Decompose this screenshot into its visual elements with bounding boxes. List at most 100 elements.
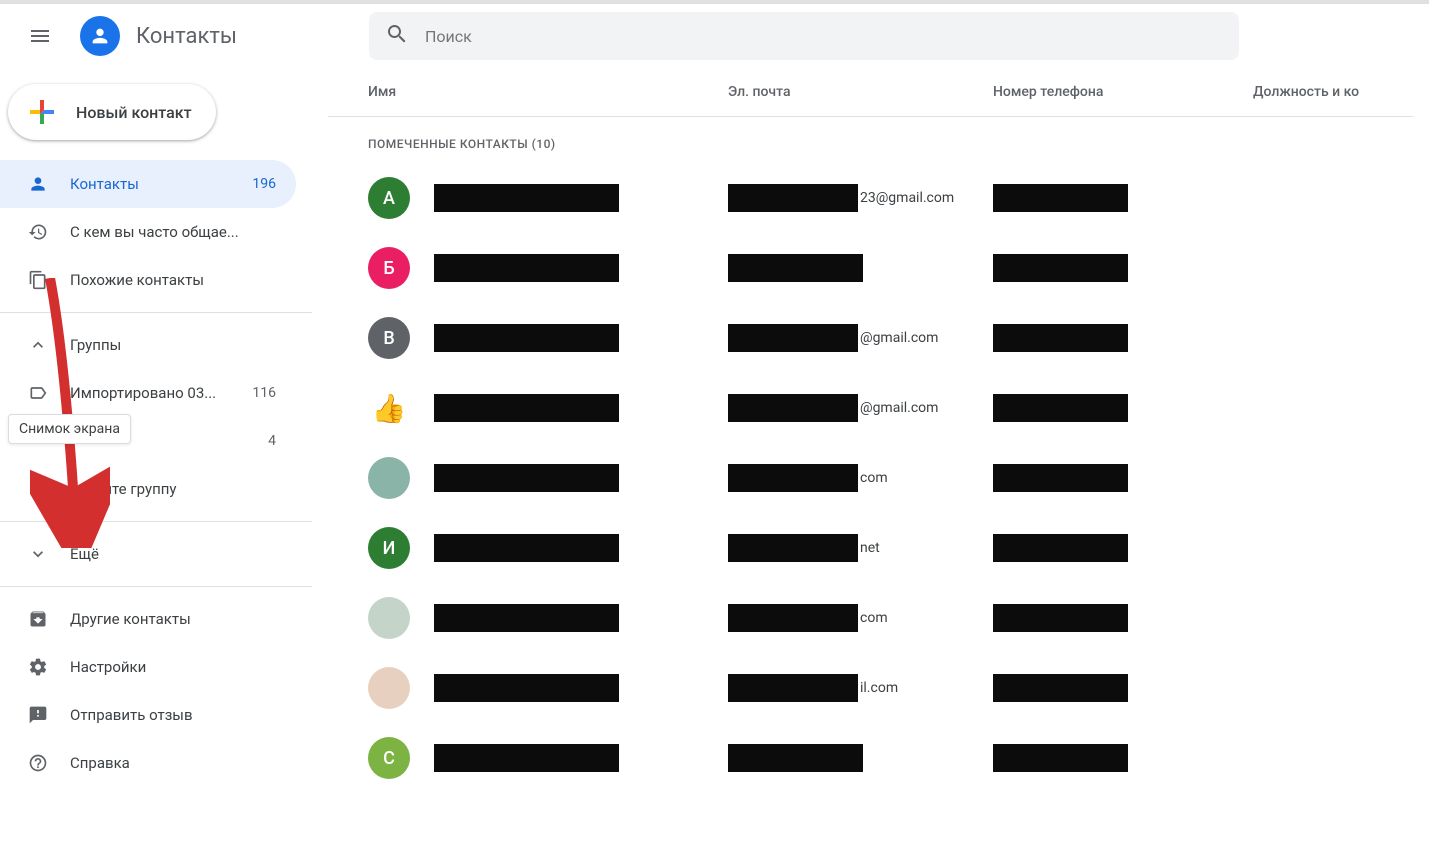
main-menu-icon[interactable] xyxy=(16,12,64,60)
sidebar: Новый контакт Контакты 196 С кем вы част… xyxy=(0,68,312,857)
contact-phone-cell xyxy=(993,604,1253,632)
sidebar-item-help[interactable]: Справка xyxy=(0,739,296,787)
contact-phone-cell xyxy=(993,184,1253,212)
chevron-up-icon xyxy=(28,335,48,355)
sidebar-item-create-group[interactable]: оздайте группу xyxy=(0,465,296,513)
search-icon xyxy=(385,22,409,50)
sidebar-item-similar[interactable]: Похожие контакты xyxy=(0,256,296,304)
header: Контакты xyxy=(0,4,1429,68)
contact-row[interactable]: com xyxy=(328,583,1429,653)
avatar-photo xyxy=(368,597,410,639)
app-title: Контакты xyxy=(136,24,237,49)
avatar-letter: С xyxy=(368,737,410,779)
sidebar-item-other[interactable]: Другие контакты xyxy=(0,595,296,643)
app-logo xyxy=(80,16,120,56)
contact-email-cell: @gmail.com xyxy=(728,324,993,352)
redacted-phone xyxy=(993,674,1128,702)
contact-email-cell: net xyxy=(728,534,993,562)
nav-count: 116 xyxy=(252,385,276,401)
sidebar-item-feedback[interactable]: Отправить отзыв xyxy=(0,691,296,739)
avatar-letter: И xyxy=(368,527,410,569)
contact-phone-cell xyxy=(993,324,1253,352)
redacted-email xyxy=(728,184,858,212)
contact-email-cell: 23@gmail.com xyxy=(728,184,993,212)
sidebar-item-frequent[interactable]: С кем вы часто общае... xyxy=(0,208,296,256)
divider xyxy=(0,586,312,587)
copy-icon xyxy=(28,270,48,290)
divider xyxy=(0,312,312,313)
content-area: Имя Эл. почта Номер телефона Должность и… xyxy=(312,68,1429,857)
col-position: Должность и ко xyxy=(1253,84,1413,100)
contact-row[interactable]: С xyxy=(328,723,1429,793)
redacted-name xyxy=(434,744,619,772)
new-contact-button[interactable]: Новый контакт xyxy=(8,84,216,140)
search-container[interactable] xyxy=(369,12,1239,60)
contact-row[interactable]: В @gmail.com xyxy=(328,303,1429,373)
avatar-letter: В xyxy=(368,317,410,359)
nav-label: Настройки xyxy=(70,658,276,676)
redacted-name xyxy=(434,604,619,632)
contact-row[interactable]: il.com xyxy=(328,653,1429,723)
redacted-email xyxy=(728,254,863,282)
contact-row[interactable]: А 23@gmail.com xyxy=(328,163,1429,233)
redacted-email xyxy=(728,744,863,772)
redacted-email xyxy=(728,674,858,702)
contact-row[interactable]: И net xyxy=(328,513,1429,583)
sidebar-item-settings[interactable]: Настройки xyxy=(0,643,296,691)
contact-name-cell xyxy=(434,534,728,562)
contact-phone-cell xyxy=(993,394,1253,422)
groups-header[interactable]: Группы xyxy=(0,321,312,369)
redacted-name xyxy=(434,534,619,562)
redacted-email xyxy=(728,534,858,562)
gear-icon xyxy=(28,657,48,677)
contact-email-cell xyxy=(728,744,993,772)
nav-count: 196 xyxy=(252,176,276,192)
redacted-name xyxy=(434,324,619,352)
email-suffix: il.com xyxy=(860,680,898,696)
nav-label: Справка xyxy=(70,754,276,772)
contact-name-cell xyxy=(434,674,728,702)
plus-small-icon xyxy=(28,479,48,499)
more-label: Ещё xyxy=(70,545,292,563)
contact-row[interactable]: com xyxy=(328,443,1429,513)
search-input[interactable] xyxy=(425,27,1223,46)
redacted-phone xyxy=(993,604,1128,632)
plus-icon xyxy=(24,94,60,130)
contact-name-cell xyxy=(434,324,728,352)
redacted-phone xyxy=(993,254,1128,282)
redacted-name xyxy=(434,184,619,212)
redacted-phone xyxy=(993,744,1128,772)
email-suffix: net xyxy=(860,540,880,556)
col-email: Эл. почта xyxy=(728,84,993,100)
avatar-photo xyxy=(368,667,410,709)
sidebar-item-contacts[interactable]: Контакты 196 xyxy=(0,160,296,208)
avatar-letter: А xyxy=(368,177,410,219)
contact-row[interactable]: 👍 @gmail.com xyxy=(328,373,1429,443)
screenshot-tooltip: Снимок экрана xyxy=(8,414,131,444)
help-icon xyxy=(28,753,48,773)
archive-icon xyxy=(28,609,48,629)
redacted-name xyxy=(434,674,619,702)
contact-phone-cell xyxy=(993,254,1253,282)
col-name: Имя xyxy=(368,84,728,100)
avatar-photo xyxy=(368,457,410,499)
new-contact-label: Новый контакт xyxy=(76,103,192,122)
main-layout: Новый контакт Контакты 196 С кем вы част… xyxy=(0,68,1429,857)
contact-row[interactable]: Б xyxy=(328,233,1429,303)
redacted-email xyxy=(728,604,858,632)
col-phone: Номер телефона xyxy=(993,84,1253,100)
redacted-email xyxy=(728,394,858,422)
redacted-email xyxy=(728,464,858,492)
contact-name-cell xyxy=(434,394,728,422)
contact-name-cell xyxy=(434,744,728,772)
sidebar-item-imported[interactable]: Импортировано 03... 116 xyxy=(0,369,296,417)
redacted-name xyxy=(434,254,619,282)
more-header[interactable]: Ещё xyxy=(0,530,312,578)
contact-name-cell xyxy=(434,464,728,492)
redacted-phone xyxy=(993,464,1128,492)
contact-email-cell: com xyxy=(728,464,993,492)
contact-name-cell xyxy=(434,184,728,212)
label-icon xyxy=(28,383,48,403)
redacted-email xyxy=(728,324,858,352)
email-suffix: @gmail.com xyxy=(860,400,938,416)
